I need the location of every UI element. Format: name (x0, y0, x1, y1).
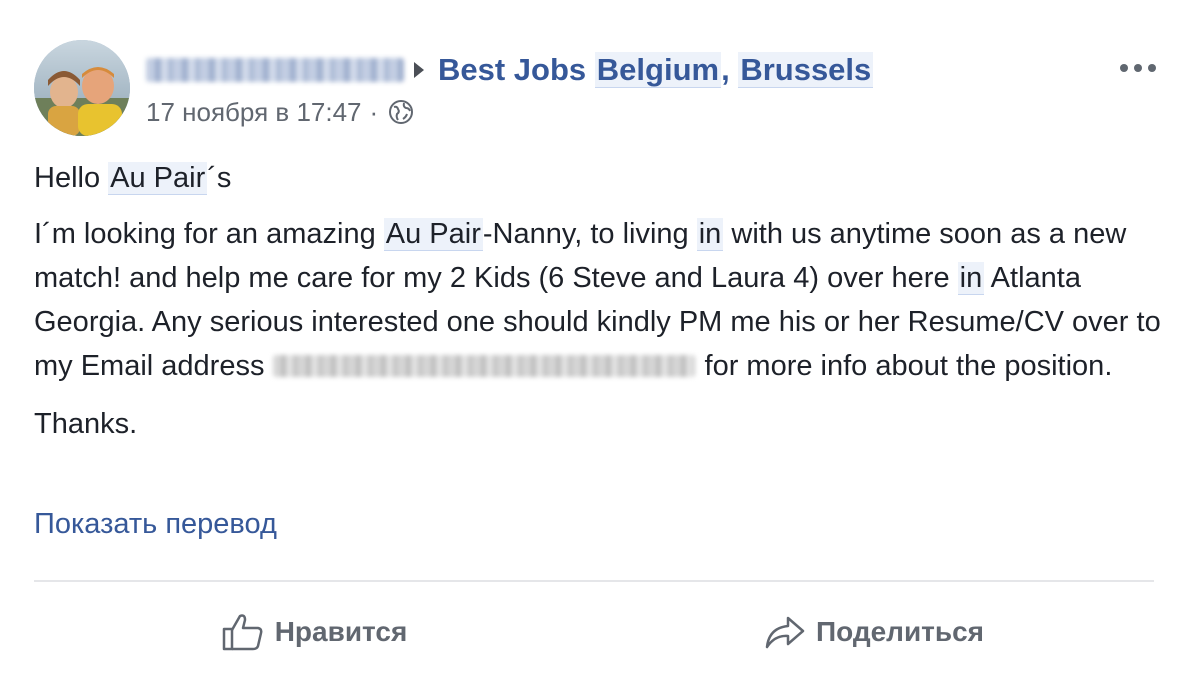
share-arrow-icon (765, 616, 805, 649)
closing-line: Thanks. (34, 408, 138, 440)
message-paragraph: I´m looking for an amazing Au Pair-Nanny… (34, 212, 1164, 388)
email-redacted[interactable] (272, 355, 695, 377)
like-button[interactable]: Нравится (34, 600, 594, 664)
more-options-icon[interactable] (1116, 56, 1160, 80)
share-label: Поделиться (815, 616, 985, 647)
feed-post: Best Jobs Belgium, Brussels 17 ноября в … (0, 0, 1200, 688)
avatar[interactable] (34, 40, 130, 136)
group-name-highlight-brussels: Brussels (738, 52, 874, 88)
post-actions: Нравится Поделиться (34, 600, 1154, 664)
message-text-1: I´m looking for an amazing (34, 218, 384, 250)
group-name-highlight-belgium: Belgium (594, 52, 722, 88)
meta-separator: · (369, 96, 379, 127)
greeting-suffix: ´s (207, 162, 232, 194)
greeting-line: Hello Au Pair´s (34, 156, 1164, 200)
group-link[interactable]: Best Jobs Belgium, Brussels (438, 52, 874, 88)
author-name-redacted[interactable] (146, 58, 404, 82)
avatar-photo (34, 40, 130, 136)
message-text-2: -Nanny, to living (482, 218, 697, 250)
post-body: Hello Au Pair´s I´m looking for an amazi… (34, 156, 1164, 446)
divider (34, 580, 1154, 582)
message-text-5: for more info about the position. (704, 350, 1113, 382)
post-header: Best Jobs Belgium, Brussels (146, 48, 874, 92)
globe-icon[interactable] (388, 99, 414, 125)
highlight-in-2[interactable]: in (957, 262, 985, 295)
group-name-separator: , (721, 52, 739, 87)
hashtag-au-pair[interactable]: Au Pair (108, 162, 208, 195)
greeting-prefix: Hello (34, 162, 109, 194)
like-label: Нравится (274, 616, 408, 647)
group-name-prefix: Best Jobs (438, 52, 595, 87)
post-meta: 17 ноября в 17:47 · (146, 94, 414, 130)
hashtag-au-pair-2[interactable]: Au Pair (383, 218, 483, 251)
post-timestamp[interactable]: 17 ноября в 17:47 (146, 97, 362, 128)
thumbs-up-icon (222, 614, 263, 651)
caret-right-icon (414, 62, 424, 78)
show-translation-link[interactable]: Показать перевод (34, 508, 277, 541)
highlight-in-1[interactable]: in (696, 218, 724, 251)
share-button[interactable]: Поделиться (594, 600, 1154, 664)
